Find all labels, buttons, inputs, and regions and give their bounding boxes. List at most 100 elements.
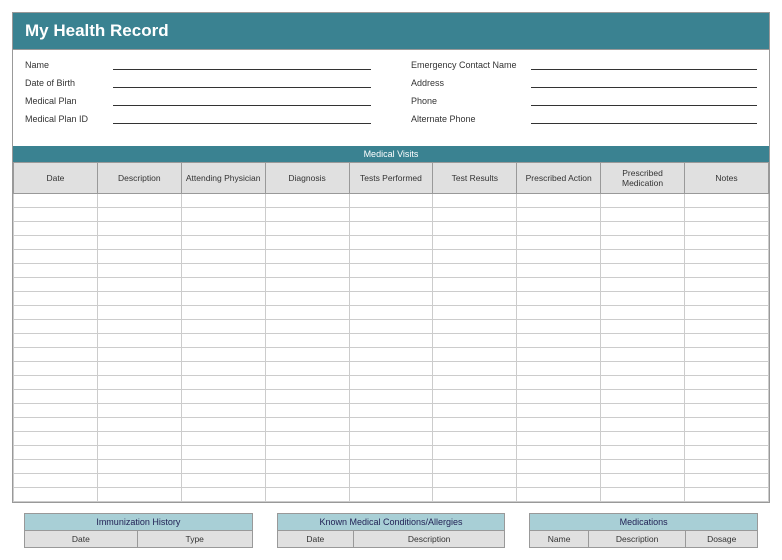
- table-cell[interactable]: [349, 250, 433, 264]
- table-cell[interactable]: [265, 194, 349, 208]
- table-cell[interactable]: [181, 446, 265, 460]
- table-cell[interactable]: [601, 194, 685, 208]
- table-cell[interactable]: [433, 194, 517, 208]
- table-cell[interactable]: [14, 362, 98, 376]
- table-cell[interactable]: [14, 348, 98, 362]
- table-cell[interactable]: [517, 460, 601, 474]
- table-cell[interactable]: [265, 320, 349, 334]
- table-cell[interactable]: [181, 264, 265, 278]
- table-cell[interactable]: [685, 418, 769, 432]
- table-cell[interactable]: [433, 250, 517, 264]
- table-cell[interactable]: [685, 250, 769, 264]
- table-cell[interactable]: [97, 320, 181, 334]
- table-cell[interactable]: [14, 278, 98, 292]
- table-cell[interactable]: [685, 208, 769, 222]
- table-cell[interactable]: [265, 236, 349, 250]
- table-row[interactable]: [14, 236, 769, 250]
- table-cell[interactable]: [14, 306, 98, 320]
- table-cell[interactable]: [517, 194, 601, 208]
- table-cell[interactable]: [97, 390, 181, 404]
- table-cell[interactable]: [685, 236, 769, 250]
- table-cell[interactable]: [97, 292, 181, 306]
- table-cell[interactable]: [349, 208, 433, 222]
- table-cell[interactable]: [517, 222, 601, 236]
- table-cell[interactable]: [97, 208, 181, 222]
- table-cell[interactable]: [265, 390, 349, 404]
- table-row[interactable]: [14, 376, 769, 390]
- table-cell[interactable]: [517, 334, 601, 348]
- table-cell[interactable]: [685, 460, 769, 474]
- table-cell[interactable]: [601, 474, 685, 488]
- table-cell[interactable]: [97, 334, 181, 348]
- table-cell[interactable]: [349, 418, 433, 432]
- table-cell[interactable]: [97, 474, 181, 488]
- table-cell[interactable]: [349, 404, 433, 418]
- input-medical-plan-id[interactable]: [113, 112, 371, 124]
- table-cell[interactable]: [97, 264, 181, 278]
- table-row[interactable]: [14, 194, 769, 208]
- table-row[interactable]: [14, 348, 769, 362]
- table-cell[interactable]: [349, 488, 433, 502]
- table-cell[interactable]: [601, 250, 685, 264]
- table-cell[interactable]: [517, 236, 601, 250]
- table-cell[interactable]: [181, 320, 265, 334]
- table-cell[interactable]: [14, 208, 98, 222]
- table-cell[interactable]: [97, 306, 181, 320]
- table-cell[interactable]: [517, 488, 601, 502]
- table-cell[interactable]: [433, 488, 517, 502]
- table-cell[interactable]: [601, 320, 685, 334]
- table-cell[interactable]: [517, 320, 601, 334]
- table-cell[interactable]: [181, 432, 265, 446]
- table-cell[interactable]: [433, 404, 517, 418]
- table-cell[interactable]: [517, 376, 601, 390]
- table-cell[interactable]: [14, 264, 98, 278]
- table-cell[interactable]: [181, 418, 265, 432]
- table-cell[interactable]: [14, 236, 98, 250]
- table-cell[interactable]: [685, 404, 769, 418]
- table-cell[interactable]: [265, 432, 349, 446]
- table-cell[interactable]: [349, 432, 433, 446]
- table-cell[interactable]: [517, 362, 601, 376]
- table-row[interactable]: [14, 292, 769, 306]
- input-address[interactable]: [531, 76, 757, 88]
- table-cell[interactable]: [517, 292, 601, 306]
- table-cell[interactable]: [265, 208, 349, 222]
- table-cell[interactable]: [97, 362, 181, 376]
- table-cell[interactable]: [517, 208, 601, 222]
- table-cell[interactable]: [97, 446, 181, 460]
- table-cell[interactable]: [601, 236, 685, 250]
- input-emergency-contact[interactable]: [531, 58, 757, 70]
- table-cell[interactable]: [181, 404, 265, 418]
- table-cell[interactable]: [685, 376, 769, 390]
- table-cell[interactable]: [433, 474, 517, 488]
- table-cell[interactable]: [517, 306, 601, 320]
- table-cell[interactable]: [265, 250, 349, 264]
- table-row[interactable]: [14, 362, 769, 376]
- table-cell[interactable]: [685, 474, 769, 488]
- table-cell[interactable]: [349, 390, 433, 404]
- table-cell[interactable]: [181, 376, 265, 390]
- table-row[interactable]: [14, 446, 769, 460]
- table-cell[interactable]: [685, 348, 769, 362]
- table-cell[interactable]: [685, 390, 769, 404]
- table-cell[interactable]: [685, 292, 769, 306]
- table-cell[interactable]: [14, 390, 98, 404]
- table-cell[interactable]: [14, 474, 98, 488]
- table-cell[interactable]: [97, 460, 181, 474]
- table-cell[interactable]: [685, 320, 769, 334]
- table-cell[interactable]: [181, 292, 265, 306]
- table-cell[interactable]: [601, 222, 685, 236]
- table-cell[interactable]: [433, 376, 517, 390]
- table-cell[interactable]: [517, 390, 601, 404]
- table-row[interactable]: [14, 250, 769, 264]
- table-cell[interactable]: [265, 292, 349, 306]
- table-cell[interactable]: [517, 250, 601, 264]
- table-cell[interactable]: [433, 264, 517, 278]
- table-cell[interactable]: [433, 208, 517, 222]
- table-cell[interactable]: [685, 222, 769, 236]
- table-cell[interactable]: [181, 348, 265, 362]
- table-cell[interactable]: [517, 264, 601, 278]
- table-cell[interactable]: [265, 264, 349, 278]
- table-cell[interactable]: [601, 390, 685, 404]
- table-cell[interactable]: [181, 278, 265, 292]
